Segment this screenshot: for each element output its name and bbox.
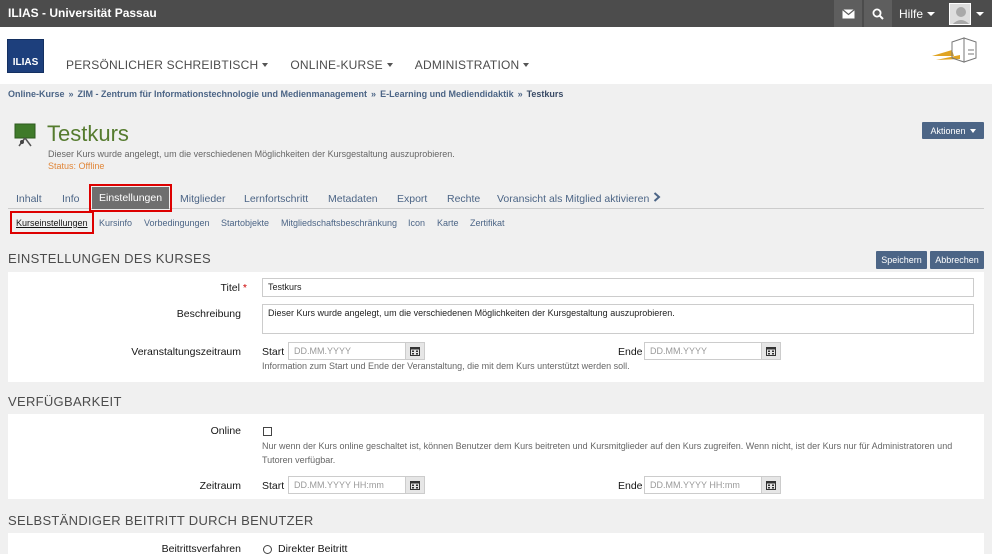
zeitraum-label: Zeitraum (199, 480, 241, 492)
period-start-input[interactable]: DD.MM.YYYY (288, 342, 406, 360)
subtab-mitgliedschaftsbeschraenkung[interactable]: Mitgliedschaftsbeschränkung (281, 214, 397, 231)
period-label: Veranstaltungszeitraum (131, 346, 241, 358)
calendar-icon (410, 481, 420, 490)
title-input[interactable]: Testkurs (262, 278, 974, 297)
end-label: Ende (618, 346, 643, 358)
start-label: Start (262, 480, 285, 492)
breadcrumb-item[interactable]: ZIM - Zentrum für Informationstechnologi… (78, 89, 368, 99)
tab-info[interactable]: Info (62, 188, 80, 209)
tab-lernfortschritt[interactable]: Lernfortschritt (244, 188, 308, 209)
end-label: Ende (618, 480, 643, 492)
top-bar: ILIAS - Universität Passau Hilfe (0, 0, 992, 27)
chevron-down-icon (386, 63, 393, 67)
subtab-karte[interactable]: Karte (437, 214, 459, 231)
subtab-vorbedingungen[interactable]: Vorbedingungen (144, 214, 210, 231)
tab-mitglieder[interactable]: Mitglieder (180, 188, 226, 209)
page-title: Testkurs (47, 121, 129, 146)
chevron-down-icon (927, 11, 935, 16)
chevron-down-icon (969, 128, 976, 133)
description-textarea[interactable]: Dieser Kurs wurde angelegt, um die versc… (262, 304, 974, 334)
online-label: Online (210, 425, 241, 437)
calendar-button[interactable] (761, 342, 781, 360)
breadcrumb-separator: » (371, 89, 377, 99)
tab-inhalt[interactable]: Inhalt (16, 188, 42, 209)
actions-button[interactable]: Aktionen (922, 122, 984, 139)
subtab-kurseinstellungen[interactable]: Kurseinstellungen (10, 211, 94, 234)
chevron-down-icon (976, 11, 984, 16)
tab-metadaten[interactable]: Metadaten (328, 188, 378, 209)
calendar-button[interactable] (761, 476, 781, 494)
self-join-panel: Beitrittsverfahren Direkter Beitritt (8, 533, 984, 554)
menu-online-courses[interactable]: ONLINE-KURSE (290, 58, 393, 72)
tab-einstellungen[interactable]: Einstellungen (88, 184, 173, 212)
university-logo-icon (932, 37, 977, 63)
chevron-down-icon (262, 63, 269, 67)
ilias-logo[interactable]: ILIAS (7, 39, 44, 73)
required-marker: * (242, 282, 247, 294)
section-title-self-join: SELBSTÄNDIGER BEITRITT DURCH BENUTZER (8, 513, 314, 528)
save-button[interactable]: Speichern (876, 251, 927, 269)
calendar-button[interactable] (405, 476, 425, 494)
app-brand[interactable]: ILIAS - Universität Passau (8, 6, 157, 20)
mail-icon (841, 8, 855, 18)
chevron-right-icon[interactable] (653, 192, 661, 202)
availability-end-input[interactable]: DD.MM.YYYY HH:mm (644, 476, 762, 494)
user-menu[interactable] (941, 0, 992, 27)
status-text: Status: Offline (48, 161, 105, 171)
period-info: Information zum Start und Ende der Veran… (262, 361, 630, 371)
search-button[interactable] (864, 0, 892, 27)
start-label: Start (262, 346, 285, 358)
calendar-icon (766, 347, 776, 356)
availability-start-input[interactable]: DD.MM.YYYY HH:mm (288, 476, 406, 494)
tab-voransicht[interactable]: Voransicht als Mitglied aktivieren (497, 188, 649, 209)
menu-personal-desktop[interactable]: PERSÖNLICHER SCHREIBTISCH (66, 58, 269, 72)
help-menu[interactable]: Hilfe (894, 0, 940, 27)
tab-rechte[interactable]: Rechte (447, 188, 480, 209)
description-label: Beschreibung (176, 308, 241, 320)
breadcrumb-item[interactable]: Testkurs (527, 89, 564, 99)
calendar-button[interactable] (405, 342, 425, 360)
join-method-label: Beitrittsverfahren (161, 543, 241, 554)
subtab-zertifikat[interactable]: Zertifikat (470, 214, 505, 231)
online-checkbox[interactable] (263, 427, 272, 436)
main-header: ILIAS PERSÖNLICHER SCHREIBTISCH ONLINE-K… (0, 27, 992, 84)
menu-administration[interactable]: ADMINISTRATION (415, 58, 530, 72)
chevron-down-icon (523, 63, 530, 67)
tab-export[interactable]: Export (397, 188, 427, 209)
subtab-kursinfo[interactable]: Kursinfo (99, 214, 132, 231)
help-label: Hilfe (898, 6, 923, 21)
main-tabs: Inhalt Info Einstellungen Mitglieder Ler… (8, 184, 984, 212)
settings-panel: Titel * Testkurs Beschreibung Dieser Kur… (8, 272, 984, 382)
online-info: Nur wenn der Kurs online geschaltet ist,… (262, 441, 953, 465)
search-icon (872, 8, 884, 20)
breadcrumb-item[interactable]: Online-Kurse (8, 89, 65, 99)
subtab-icon[interactable]: Icon (408, 214, 425, 231)
direct-join-radio[interactable] (263, 545, 272, 554)
course-icon (14, 123, 36, 147)
breadcrumb-item[interactable]: E-Learning und Mediendidaktik (380, 89, 514, 99)
main-menu: PERSÖNLICHER SCHREIBTISCH ONLINE-KURSE A… (66, 58, 530, 72)
period-end-input[interactable]: DD.MM.YYYY (644, 342, 762, 360)
direct-join-option-label: Direkter Beitritt (278, 543, 348, 554)
breadcrumb-separator: » (68, 89, 74, 99)
cancel-button[interactable]: Abbrechen (930, 251, 984, 269)
user-silhouette-icon (952, 6, 970, 24)
section-title-availability: VERFÜGBARKEIT (8, 394, 122, 409)
title-label: Titel * (220, 282, 247, 294)
avatar (949, 2, 971, 25)
subtab-startobjekte[interactable]: Startobjekte (221, 214, 269, 231)
sub-tabs: Kurseinstellungen Kursinfo Vorbedingunge… (8, 211, 984, 234)
section-title-settings: EINSTELLUNGEN DES KURSES (8, 251, 211, 266)
page-description: Dieser Kurs wurde angelegt, um die versc… (48, 149, 455, 159)
calendar-icon (766, 481, 776, 490)
availability-panel: Online Nur wenn der Kurs online geschalt… (8, 414, 984, 499)
breadcrumb-separator: » (517, 89, 523, 99)
calendar-icon (410, 347, 420, 356)
breadcrumb: Online-Kurse» ZIM - Zentrum für Informati… (8, 89, 563, 99)
mail-button[interactable] (834, 0, 862, 27)
